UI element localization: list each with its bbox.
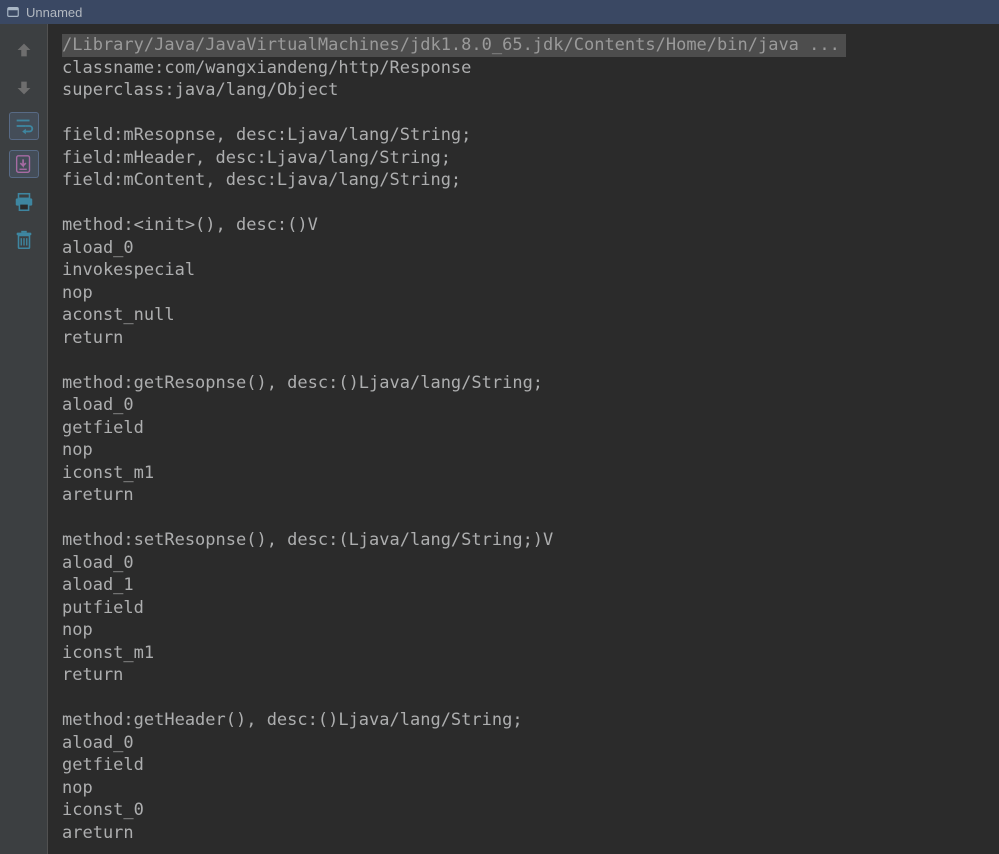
console-line: getfield [62, 417, 989, 440]
console-line: iconst_0 [62, 799, 989, 822]
console-line: getfield [62, 754, 989, 777]
console-line: return [62, 664, 989, 687]
print-icon[interactable] [9, 188, 39, 216]
console-line: areturn [62, 822, 989, 845]
console-line: aconst_null [62, 304, 989, 327]
console-line: nop [62, 439, 989, 462]
console-line: method:getResopnse(), desc:()Ljava/lang/… [62, 372, 989, 395]
console-line: superclass:java/lang/Object [62, 79, 989, 102]
toolbar [0, 24, 48, 854]
console-line: method:<init>(), desc:()V [62, 214, 989, 237]
arrow-up-icon[interactable] [9, 36, 39, 64]
console-line: field:mHeader, desc:Ljava/lang/String; [62, 147, 989, 170]
scroll-to-end-icon[interactable] [9, 150, 39, 178]
console-line: method:getHeader(), desc:()Ljava/lang/St… [62, 709, 989, 732]
console-line [62, 349, 989, 372]
arrow-down-icon[interactable] [9, 74, 39, 102]
console-header-line: /Library/Java/JavaVirtualMachines/jdk1.8… [62, 34, 846, 57]
console-line: nop [62, 619, 989, 642]
minimize-icon[interactable] [6, 5, 20, 19]
console-output[interactable]: /Library/Java/JavaVirtualMachines/jdk1.8… [48, 24, 999, 854]
titlebar: Unnamed [0, 0, 999, 24]
console-line [62, 507, 989, 530]
console-line: iconst_m1 [62, 642, 989, 665]
console-line: aload_0 [62, 237, 989, 260]
console-line: nop [62, 282, 989, 305]
console-line: aload_0 [62, 732, 989, 755]
console-line: aload_0 [62, 394, 989, 417]
trash-icon[interactable] [9, 226, 39, 254]
wrap-text-icon[interactable] [9, 112, 39, 140]
console-line: nop [62, 777, 989, 800]
console-line [62, 687, 989, 710]
console-line: invokespecial [62, 259, 989, 282]
console-line [62, 102, 989, 125]
console-line: field:mContent, desc:Ljava/lang/String; [62, 169, 989, 192]
console-line: iconst_m1 [62, 462, 989, 485]
window-title: Unnamed [26, 5, 82, 20]
console-line [62, 192, 989, 215]
console-line: method:setResopnse(), desc:(Ljava/lang/S… [62, 529, 989, 552]
console-line: return [62, 327, 989, 350]
console-line: field:mResopnse, desc:Ljava/lang/String; [62, 124, 989, 147]
console-line: areturn [62, 484, 989, 507]
console-line: aload_0 [62, 552, 989, 575]
console-line: aload_1 [62, 574, 989, 597]
console-line: putfield [62, 597, 989, 620]
console-line: classname:com/wangxiandeng/http/Response [62, 57, 989, 80]
